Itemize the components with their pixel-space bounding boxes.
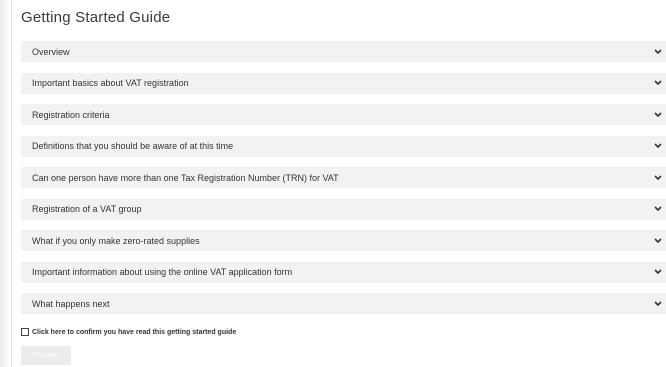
- chevron-down-icon[interactable]: [653, 268, 662, 277]
- accordion-item-label: Registration of a VAT group: [32, 204, 142, 214]
- chevron-down-icon[interactable]: [653, 110, 662, 119]
- accordion-item-label: Registration criteria: [32, 109, 110, 120]
- chevron-down-icon[interactable]: [653, 79, 662, 88]
- accordion-item-label: Important information about using the on…: [32, 267, 293, 277]
- chevron-down-icon[interactable]: [653, 173, 662, 182]
- accordion-item-overview[interactable]: Overview: [21, 41, 666, 62]
- accordion-item-label: What happens next: [32, 298, 110, 309]
- accordion-item-vat-basics[interactable]: Important basics about VAT registration: [21, 72, 666, 94]
- accordion-item-label: Important basics about VAT registration: [32, 78, 189, 88]
- accordion-item-registration-criteria[interactable]: Registration criteria: [21, 104, 666, 125]
- panel-border: [11, 0, 12, 367]
- accordion-item-online-form[interactable]: Important information about using the on…: [21, 261, 666, 283]
- chevron-down-icon[interactable]: [653, 142, 662, 151]
- accordion-item-label: Definitions that you should be aware of …: [32, 141, 234, 151]
- accordion-item-label: What if you only make zero-rated supplie…: [32, 235, 200, 246]
- chevron-down-icon[interactable]: [653, 299, 662, 308]
- confirm-read-label[interactable]: Click here to confirm you have read this…: [32, 329, 236, 336]
- accordion-item-multiple-trn[interactable]: Can one person have more than one Tax Re…: [21, 167, 666, 188]
- chevron-down-icon[interactable]: [653, 205, 662, 214]
- accordion-item-definitions[interactable]: Definitions that you should be aware of …: [21, 135, 666, 157]
- left-shadow: [0, 0, 10, 367]
- accordion-item-label: Can one person have more than one Tax Re…: [32, 172, 339, 183]
- confirm-read-checkbox[interactable]: [21, 328, 29, 336]
- accordion: Overview Important basics about VAT regi…: [21, 41, 666, 325]
- page-title: Getting Started Guide: [21, 9, 171, 26]
- proceed-button[interactable]: Proceed: [21, 346, 71, 365]
- accordion-item-what-next[interactable]: What happens next: [21, 293, 666, 314]
- accordion-item-zero-rated[interactable]: What if you only make zero-rated supplie…: [21, 230, 666, 251]
- chevron-down-icon[interactable]: [653, 236, 662, 245]
- confirm-read-row: Click here to confirm you have read this…: [21, 328, 236, 336]
- accordion-item-label: Overview: [32, 46, 70, 57]
- accordion-item-vat-group[interactable]: Registration of a VAT group: [21, 198, 666, 220]
- chevron-down-icon[interactable]: [653, 47, 662, 56]
